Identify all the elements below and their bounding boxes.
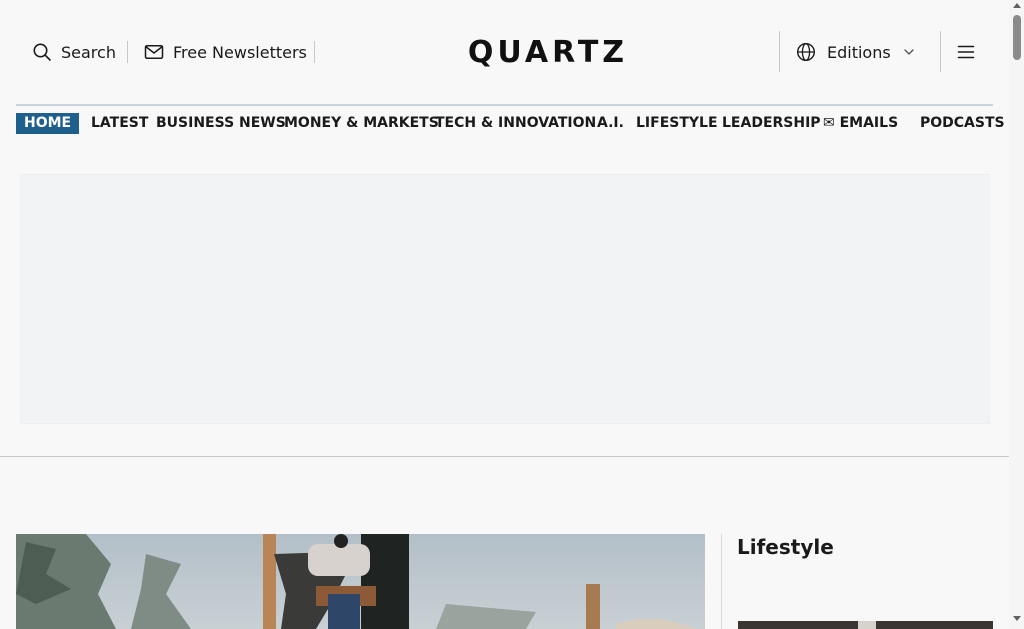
quartz-logo[interactable]: QUARTZ (467, 36, 629, 68)
editions-dropdown[interactable]: Editions (796, 40, 915, 64)
page: Search Free Newsletters QUARTZ Editions (0, 0, 1009, 629)
site-header: Search Free Newsletters QUARTZ Editions (0, 0, 1009, 104)
main-nav: HOME LATEST BUSINESS NEWS MONEY & MARKET… (16, 113, 1005, 135)
header-divider (940, 31, 941, 72)
scrollbar-thumb[interactable] (1013, 15, 1021, 60)
header-divider (314, 41, 315, 63)
nav-item-money-markets[interactable]: MONEY & MARKETS (284, 113, 439, 134)
header-divider (127, 41, 128, 63)
scroll-down-arrow-icon[interactable] (1013, 616, 1021, 621)
menu-button[interactable] (957, 42, 975, 62)
nav-item-tech-innovation[interactable]: TECH & INNOVATION (435, 113, 596, 134)
column-divider (721, 534, 722, 629)
scroll-up-arrow-icon[interactable] (1013, 3, 1021, 8)
section-divider (0, 456, 1009, 457)
logo-text: QUARTZ (468, 36, 628, 68)
editions-label: Editions (827, 42, 891, 62)
globe-icon (796, 42, 816, 62)
search-button[interactable]: Search (32, 40, 116, 64)
hamburger-menu-icon (957, 43, 975, 61)
chevron-down-icon (903, 48, 915, 56)
nav-top-border (16, 104, 993, 106)
nav-item-podcasts[interactable]: PODCASTS (920, 113, 1005, 134)
article-thumbnail[interactable] (738, 621, 993, 629)
hero-image[interactable] (16, 534, 705, 629)
nav-item-lifestyle[interactable]: LIFESTYLE (636, 113, 718, 134)
thumbnail-detail (858, 621, 876, 629)
nav-item-home[interactable]: HOME (16, 113, 80, 134)
nav-item-business-news[interactable]: BUSINESS NEWS (156, 113, 286, 134)
section-title-lifestyle[interactable]: Lifestyle (737, 535, 834, 559)
ad-placeholder (20, 174, 990, 424)
search-icon (32, 42, 52, 62)
free-newsletters-label: Free Newsletters (173, 42, 307, 62)
header-divider (779, 31, 780, 72)
nav-item-emails[interactable]: ✉ EMAILS (823, 113, 898, 134)
page-scrollbar[interactable] (1009, 0, 1024, 629)
nav-item-latest[interactable]: LATEST (91, 113, 148, 134)
mail-icon (144, 42, 164, 62)
free-newsletters-button[interactable]: Free Newsletters (144, 40, 307, 64)
nav-item-ai[interactable]: A.I. (597, 113, 624, 134)
nav-item-leadership[interactable]: LEADERSHIP (722, 113, 821, 134)
search-label: Search (61, 42, 116, 62)
